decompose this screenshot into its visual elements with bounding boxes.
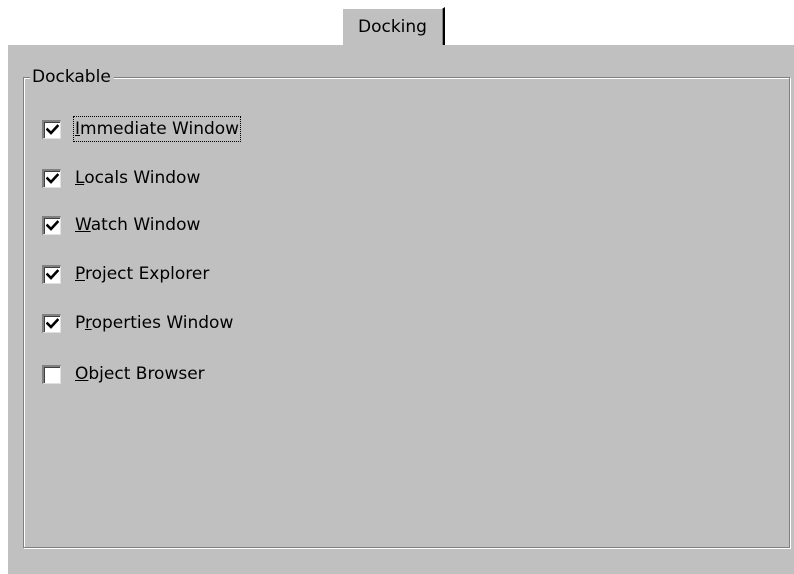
checkmark-icon [46, 268, 59, 280]
checkbox-label: Immediate Window [72, 116, 242, 142]
checkmark-icon [46, 172, 59, 184]
tab-docking[interactable]: Docking [341, 7, 445, 45]
checkbox-label: Locals Window [75, 168, 201, 188]
checkmark-icon [46, 123, 59, 135]
dockable-group-label: Dockable [30, 66, 114, 88]
checkbox-properties-window[interactable]: Properties Window [42, 311, 233, 335]
checkbox-box[interactable] [42, 119, 61, 139]
checkbox-label: Object Browser [75, 364, 205, 384]
checkbox-label: Project Explorer [75, 264, 210, 284]
checkbox-project-explorer[interactable]: Project Explorer [42, 262, 209, 286]
checkbox-box[interactable] [42, 364, 61, 384]
checkbox-box[interactable] [42, 264, 61, 284]
checkbox-watch-window[interactable]: Watch Window [42, 213, 200, 237]
checkbox-object-browser[interactable]: Object Browser [42, 362, 205, 386]
checkbox-label: Properties Window [75, 313, 234, 333]
tab-docking-label: Docking [358, 17, 427, 37]
checkmark-icon [46, 317, 59, 329]
checkmark-icon [46, 219, 59, 231]
checkbox-locals-window[interactable]: Locals Window [42, 166, 200, 190]
checkbox-box[interactable] [42, 168, 61, 188]
checkbox-immediate-window[interactable]: Immediate Window [42, 116, 242, 142]
checkbox-label: Watch Window [75, 215, 201, 235]
checkbox-box[interactable] [42, 313, 61, 333]
checkbox-box[interactable] [42, 215, 61, 235]
